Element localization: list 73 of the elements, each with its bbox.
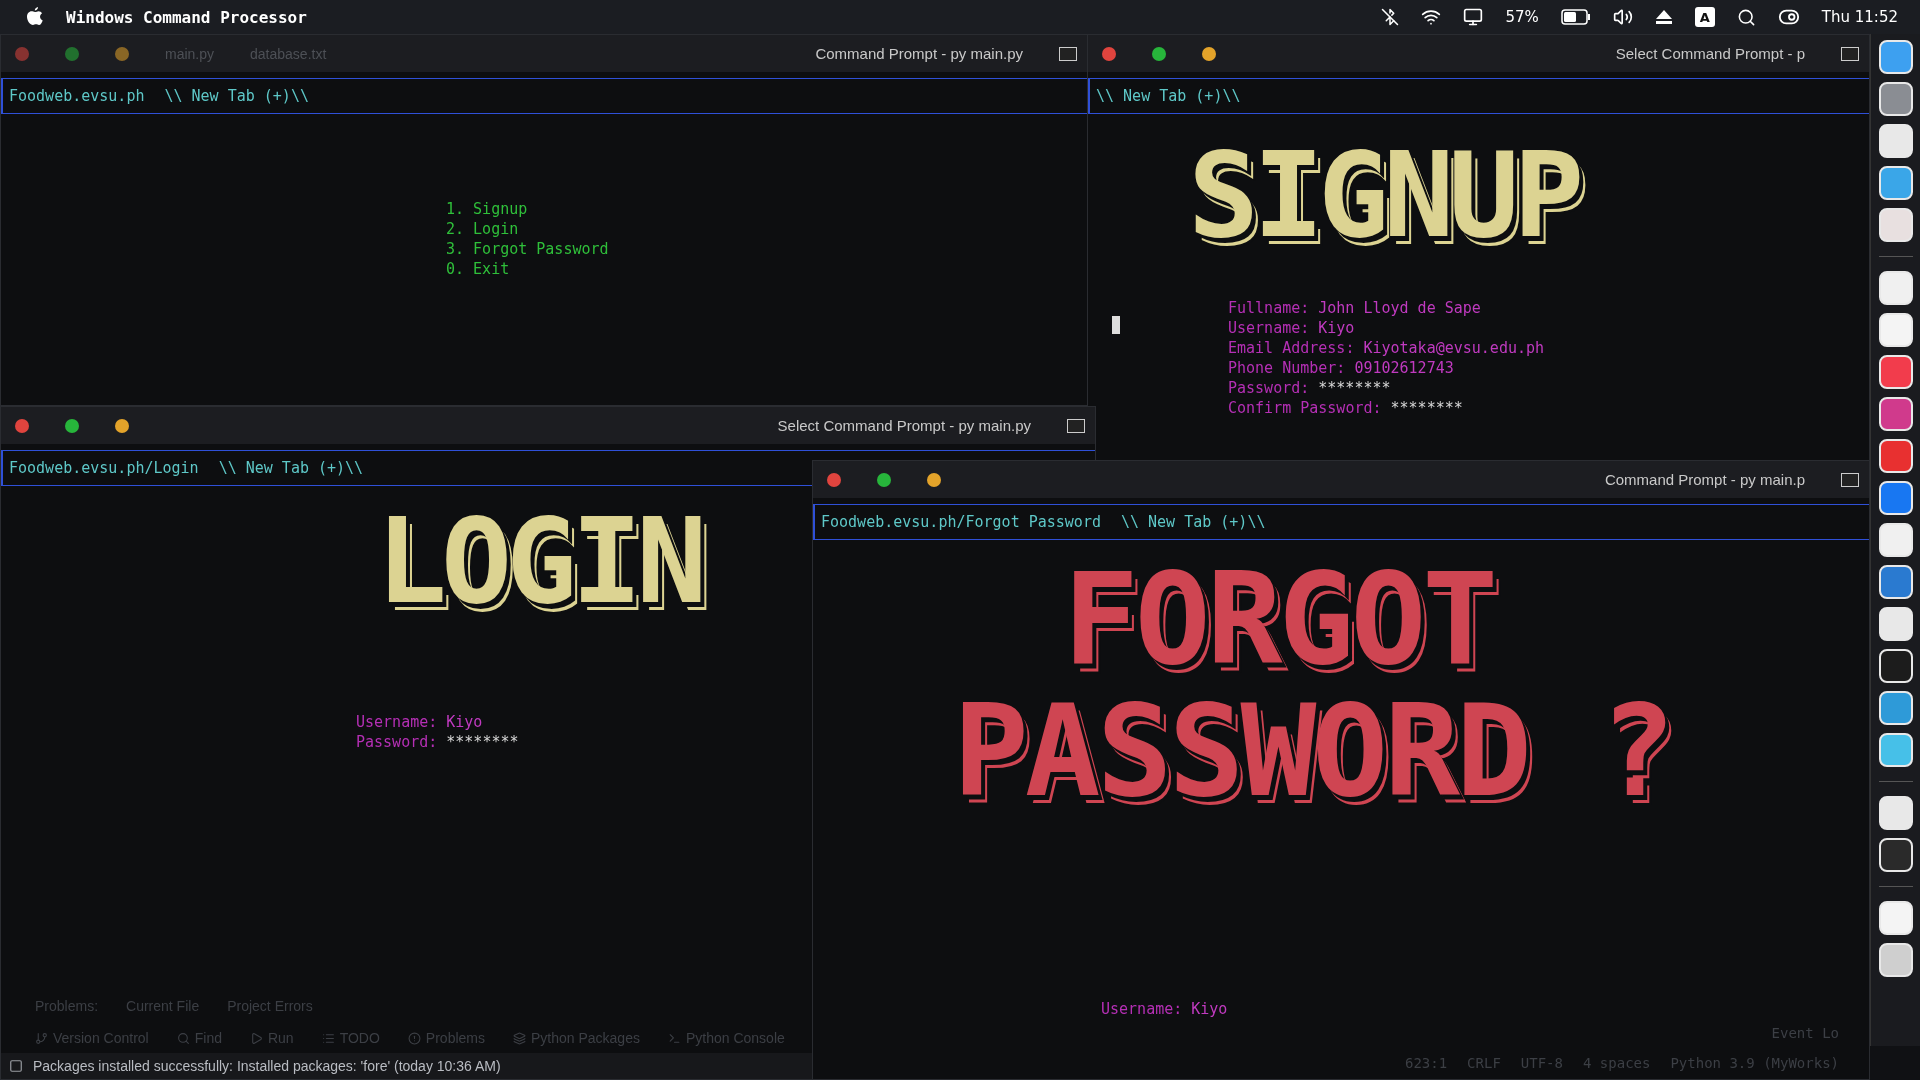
- field-label: Username:: [1101, 999, 1183, 1019]
- minimize-button[interactable]: [1202, 46, 1216, 61]
- apple-icon[interactable]: [26, 7, 44, 27]
- field-value: 09102612743: [1354, 357, 1454, 378]
- layers-icon: [513, 1031, 526, 1045]
- field-label: Confirm Password:: [1228, 397, 1382, 418]
- console-icon: [1067, 418, 1085, 433]
- new-tab-link[interactable]: \\ New Tab (+)\\: [1096, 87, 1241, 105]
- play-icon: [249, 1031, 263, 1045]
- field-label: Username:: [356, 711, 438, 732]
- list-icon: [321, 1031, 335, 1045]
- window-title: Select Command Prompt - py main.py: [777, 417, 1031, 434]
- zoom-button[interactable]: [877, 472, 891, 487]
- field-label: Username:: [1228, 317, 1310, 338]
- console-icon: [1841, 472, 1859, 487]
- field-value: Kiyo: [446, 711, 483, 732]
- display-icon[interactable]: [1463, 7, 1484, 27]
- field-label: Fullname:: [1228, 297, 1310, 318]
- field-label: Phone Number:: [1228, 357, 1346, 378]
- close-button[interactable]: [1102, 46, 1116, 61]
- field-value: ********: [1390, 397, 1463, 418]
- field-value: Kiyotaka@evsu.edu.ph: [1363, 337, 1545, 358]
- address-text: Foodweb.evsu.ph/Login: [9, 459, 199, 477]
- minimize-button[interactable]: [927, 472, 941, 487]
- battery-percent: 57%: [1505, 8, 1539, 26]
- branch-icon: [35, 1031, 48, 1045]
- new-tab-link[interactable]: \\ New Tab (+)\\: [164, 87, 309, 105]
- address-text: Foodweb.evsu.ph: [9, 87, 145, 105]
- search-icon[interactable]: [1736, 7, 1756, 27]
- zoom-button[interactable]: [65, 46, 79, 61]
- field-value: Kiyo: [1318, 317, 1355, 338]
- status-message: Packages installed successfully: Installed packages: 'fore' (today 10:36 AM): [33, 1058, 501, 1074]
- close-button[interactable]: [15, 418, 29, 433]
- bluetooth-off-icon[interactable]: [1381, 8, 1400, 26]
- window-title: Command Prompt - py main.p: [1604, 471, 1805, 488]
- field-value: ********: [1318, 377, 1391, 398]
- menu-option: 3. Forgot Password: [446, 240, 1087, 259]
- window-title: Command Prompt - py main.py: [815, 45, 1023, 62]
- field-label: Email Address:: [1228, 337, 1355, 358]
- menu-option: 2. Login: [446, 220, 1087, 239]
- input-source-indicator[interactable]: A: [1694, 7, 1715, 27]
- search-icon: [176, 1031, 190, 1045]
- zoom-button[interactable]: [65, 418, 79, 433]
- wifi-icon[interactable]: [1421, 7, 1442, 27]
- field-value: John Lloyd de Sape: [1318, 297, 1481, 318]
- field-value: ********: [446, 731, 519, 752]
- menu-option: 0. Exit: [446, 260, 1087, 279]
- banner-title: PASSWORD ?: [953, 686, 1672, 819]
- new-tab-link[interactable]: \\ New Tab (+)\\: [218, 459, 364, 477]
- field-label: Password:: [1228, 377, 1310, 398]
- banner-title: LOGIN: [376, 500, 702, 624]
- console-icon: [1059, 46, 1077, 61]
- field-label: Password:: [356, 731, 438, 752]
- minimize-button[interactable]: [115, 46, 129, 61]
- zoom-button[interactable]: [1152, 46, 1166, 61]
- window-title: Select Command Prompt - p: [1615, 45, 1805, 62]
- volume-icon[interactable]: [1612, 7, 1633, 27]
- eject-icon[interactable]: [1654, 9, 1673, 25]
- minimize-button[interactable]: [115, 418, 129, 433]
- terminal-icon: [667, 1031, 681, 1045]
- close-button[interactable]: [827, 472, 841, 487]
- field-value: Kiyo: [1191, 999, 1228, 1019]
- status-icon: [9, 1059, 23, 1073]
- menu-option: 1. Signup: [446, 200, 1087, 219]
- banner-title: FORGOT: [1063, 554, 1495, 687]
- new-tab-link[interactable]: \\ New Tab (+)\\: [1120, 513, 1266, 531]
- app-name[interactable]: Windows Command Processor: [66, 7, 307, 27]
- text-cursor: [1112, 315, 1120, 334]
- alert-icon: [407, 1031, 421, 1045]
- clock: Thu 11:52: [1821, 8, 1898, 26]
- console-icon: [1841, 46, 1859, 61]
- battery-icon[interactable]: [1560, 9, 1591, 25]
- address-text: Foodweb.evsu.ph/Forgot Password: [821, 513, 1101, 531]
